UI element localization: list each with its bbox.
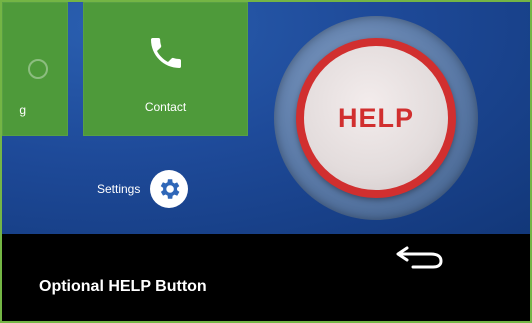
settings-button[interactable]: Settings [97, 168, 189, 210]
settings-icon-circle[interactable] [150, 170, 189, 208]
contact-tile-label: Contact [144, 100, 187, 114]
help-button-ring[interactable]: HELP [274, 16, 478, 220]
contact-tile[interactable]: Contact [83, 2, 248, 136]
gear-icon [161, 179, 180, 199]
tablet-home-screen: g Contact Settings HELP [2, 2, 530, 234]
help-button-label: HELP [337, 102, 414, 133]
screenshot-frame: g Contact Settings HELP Optional HELP Bu… [0, 0, 532, 323]
partial-icon [28, 59, 48, 79]
tile-partial-label: g [19, 103, 26, 117]
back-arrow-icon[interactable] [393, 242, 447, 272]
phone-icon [151, 38, 181, 68]
settings-label: Settings [97, 182, 141, 196]
tile-partial[interactable]: g [2, 2, 68, 136]
help-button[interactable]: HELP [304, 46, 448, 190]
help-button-red-ring[interactable]: HELP [296, 38, 456, 198]
caption-text: Optional HELP Button [39, 278, 207, 295]
